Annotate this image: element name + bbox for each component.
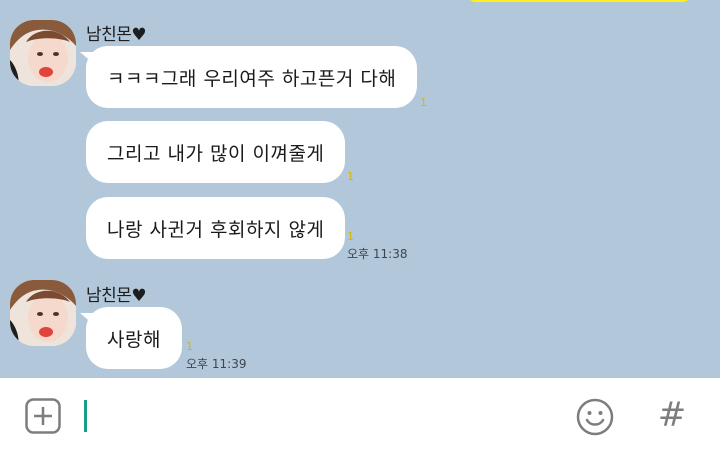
- message-bubble[interactable]: 그리고 내가 많이 이껴줄게: [86, 121, 346, 183]
- unread-count: 1: [186, 340, 193, 353]
- sender-name: 남친몬♥: [86, 25, 147, 45]
- hash-button[interactable]: #: [656, 394, 688, 436]
- message-text: ㅋㅋㅋ그래 우리여주 하고픈거 다해: [107, 67, 397, 90]
- chat-area[interactable]: 남친몬♥ ㅋㅋㅋ그래 우리여주 하고픈거 다해 1 그리고 내가 많이 이껴줄게…: [0, 0, 720, 378]
- message-input-bar: #: [0, 378, 720, 453]
- message-bubble[interactable]: 나랑 사귄거 후회하지 않게: [86, 197, 346, 259]
- message-text-field[interactable]: [90, 392, 550, 438]
- smiley-icon[interactable]: [576, 398, 614, 436]
- message-time: 오후 11:39: [186, 357, 247, 371]
- plus-square-icon[interactable]: [25, 398, 61, 434]
- message-text: 나랑 사귄거 후회하지 않게: [107, 218, 325, 241]
- avatar[interactable]: [10, 20, 76, 86]
- message-time: 오후 11:38: [347, 247, 408, 261]
- unread-count: 1: [347, 170, 354, 183]
- message-bubble[interactable]: ㅋㅋㅋ그래 우리여주 하고픈거 다해: [79, 46, 418, 108]
- message-bubble[interactable]: 사랑해: [80, 307, 182, 369]
- avatar[interactable]: [10, 280, 76, 346]
- message-text: 사랑해: [107, 328, 161, 351]
- unread-count: 1: [347, 230, 354, 243]
- text-cursor: [84, 400, 87, 432]
- previous-own-message-bubble[interactable]: [466, 0, 692, 2]
- message-text: 그리고 내가 많이 이껴줄게: [107, 142, 325, 165]
- sender-name: 남친몬♥: [86, 286, 147, 306]
- unread-count: 1: [420, 96, 427, 109]
